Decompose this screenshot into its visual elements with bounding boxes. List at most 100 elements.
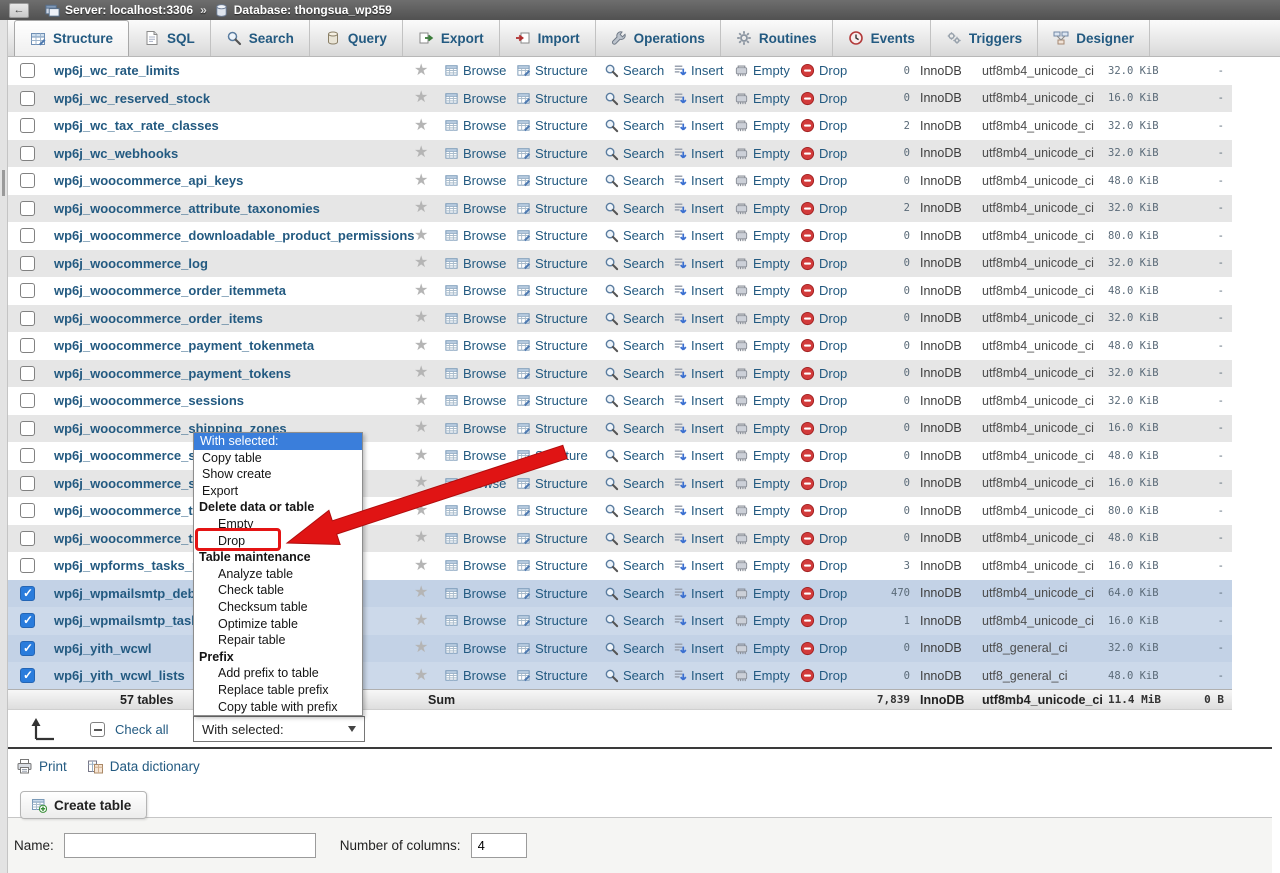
search-link[interactable]: Search (604, 668, 664, 683)
browse-link[interactable]: Browse (444, 228, 506, 243)
insert-link[interactable]: Insert (672, 421, 724, 436)
row-checkbox[interactable] (20, 91, 35, 106)
empty-link[interactable]: Empty (734, 228, 790, 243)
favorite-star-icon[interactable]: ★ (414, 420, 428, 436)
favorite-star-icon[interactable]: ★ (414, 200, 428, 216)
empty-link[interactable]: Empty (734, 311, 790, 326)
favorite-star-icon[interactable]: ★ (414, 310, 428, 326)
drop-link[interactable]: Drop (800, 91, 847, 106)
empty-link[interactable]: Empty (734, 531, 790, 546)
row-checkbox[interactable] (20, 586, 35, 601)
insert-link[interactable]: Insert (672, 641, 724, 656)
search-link[interactable]: Search (604, 173, 664, 188)
server-breadcrumb[interactable]: Server: localhost:3306 (65, 3, 193, 17)
empty-link[interactable]: Empty (734, 613, 790, 628)
structure-link[interactable]: Structure (516, 393, 588, 408)
row-checkbox[interactable] (20, 228, 35, 243)
drop-link[interactable]: Drop (800, 256, 847, 271)
empty-link[interactable]: Empty (734, 118, 790, 133)
search-link[interactable]: Search (604, 531, 664, 546)
drop-link[interactable]: Drop (800, 338, 847, 353)
drop-link[interactable]: Drop (800, 366, 847, 381)
browse-link[interactable]: Browse (444, 63, 506, 78)
tab-search[interactable]: Search (211, 20, 310, 56)
row-checkbox[interactable] (20, 421, 35, 436)
drop-link[interactable]: Drop (800, 393, 847, 408)
row-checkbox[interactable] (20, 393, 35, 408)
structure-link[interactable]: Structure (516, 476, 588, 491)
search-link[interactable]: Search (604, 586, 664, 601)
search-link[interactable]: Search (604, 338, 664, 353)
tab-structure[interactable]: Structure (14, 20, 129, 56)
structure-link[interactable]: Structure (516, 668, 588, 683)
favorite-star-icon[interactable]: ★ (414, 283, 428, 299)
empty-link[interactable]: Empty (734, 393, 790, 408)
menu-item-with-selected[interactable]: With selected: (194, 433, 362, 450)
table-name-link[interactable]: wp6j_yith_wcwl (42, 641, 152, 656)
favorite-star-icon[interactable]: ★ (414, 640, 428, 656)
browse-link[interactable]: Browse (444, 558, 506, 573)
menu-item-repair-table[interactable]: Repair table (194, 632, 362, 649)
insert-link[interactable]: Insert (672, 476, 724, 491)
table-name-input[interactable] (64, 833, 316, 858)
structure-link[interactable]: Structure (516, 531, 588, 546)
empty-link[interactable]: Empty (734, 256, 790, 271)
structure-link[interactable]: Structure (516, 421, 588, 436)
menu-item-show-create[interactable]: Show create (194, 466, 362, 483)
insert-link[interactable]: Insert (672, 448, 724, 463)
print-link[interactable]: Print (16, 758, 67, 775)
table-name-link[interactable]: wp6j_woocommerce_log (42, 256, 208, 271)
check-all-label[interactable]: Check all (115, 722, 168, 737)
empty-link[interactable]: Empty (734, 173, 790, 188)
menu-item-analyze-table[interactable]: Analyze table (194, 566, 362, 583)
drop-link[interactable]: Drop (800, 201, 847, 216)
drop-link[interactable]: Drop (800, 283, 847, 298)
search-link[interactable]: Search (604, 118, 664, 133)
structure-link[interactable]: Structure (516, 146, 588, 161)
row-checkbox[interactable] (20, 146, 35, 161)
search-link[interactable]: Search (604, 448, 664, 463)
insert-link[interactable]: Insert (672, 228, 724, 243)
table-name-link[interactable]: wp6j_wc_tax_rate_classes (42, 118, 219, 133)
table-name-link[interactable]: wp6j_wc_reserved_stock (42, 91, 210, 106)
row-checkbox[interactable] (20, 283, 35, 298)
drop-link[interactable]: Drop (800, 503, 847, 518)
favorite-star-icon[interactable]: ★ (414, 63, 428, 79)
insert-link[interactable]: Insert (672, 393, 724, 408)
structure-link[interactable]: Structure (516, 228, 588, 243)
search-link[interactable]: Search (604, 558, 664, 573)
search-link[interactable]: Search (604, 201, 664, 216)
browse-link[interactable]: Browse (444, 586, 506, 601)
menu-item-add-prefix-to-table[interactable]: Add prefix to table (194, 665, 362, 682)
row-checkbox[interactable] (20, 366, 35, 381)
browse-link[interactable]: Browse (444, 448, 506, 463)
structure-link[interactable]: Structure (516, 311, 588, 326)
empty-link[interactable]: Empty (734, 201, 790, 216)
tab-triggers[interactable]: Triggers (931, 20, 1038, 56)
favorite-star-icon[interactable]: ★ (414, 585, 428, 601)
drop-link[interactable]: Drop (800, 531, 847, 546)
empty-link[interactable]: Empty (734, 641, 790, 656)
structure-link[interactable]: Structure (516, 338, 588, 353)
insert-link[interactable]: Insert (672, 91, 724, 106)
structure-link[interactable]: Structure (516, 503, 588, 518)
insert-link[interactable]: Insert (672, 311, 724, 326)
insert-link[interactable]: Insert (672, 146, 724, 161)
favorite-star-icon[interactable]: ★ (414, 228, 428, 244)
table-name-link[interactable]: wp6j_yith_wcwl_lists (42, 668, 185, 683)
search-link[interactable]: Search (604, 228, 664, 243)
row-checkbox[interactable] (20, 503, 35, 518)
search-link[interactable]: Search (604, 613, 664, 628)
table-name-link[interactable]: wp6j_woocommerce_attribute_taxonomies (42, 201, 320, 216)
row-checkbox[interactable] (20, 63, 35, 78)
database-breadcrumb[interactable]: Database: thongsua_wp359 (234, 3, 392, 17)
empty-link[interactable]: Empty (734, 503, 790, 518)
search-link[interactable]: Search (604, 91, 664, 106)
structure-link[interactable]: Structure (516, 558, 588, 573)
nav-panel-resizer[interactable] (0, 20, 8, 873)
data-dictionary-link[interactable]: Data dictionary (87, 758, 200, 775)
menu-item-copy-table[interactable]: Copy table (194, 450, 362, 467)
table-name-link[interactable]: wp6j_woocommerce_sessions (42, 393, 244, 408)
menu-item-copy-table-with-prefix[interactable]: Copy table with prefix (194, 699, 362, 716)
structure-link[interactable]: Structure (516, 118, 588, 133)
